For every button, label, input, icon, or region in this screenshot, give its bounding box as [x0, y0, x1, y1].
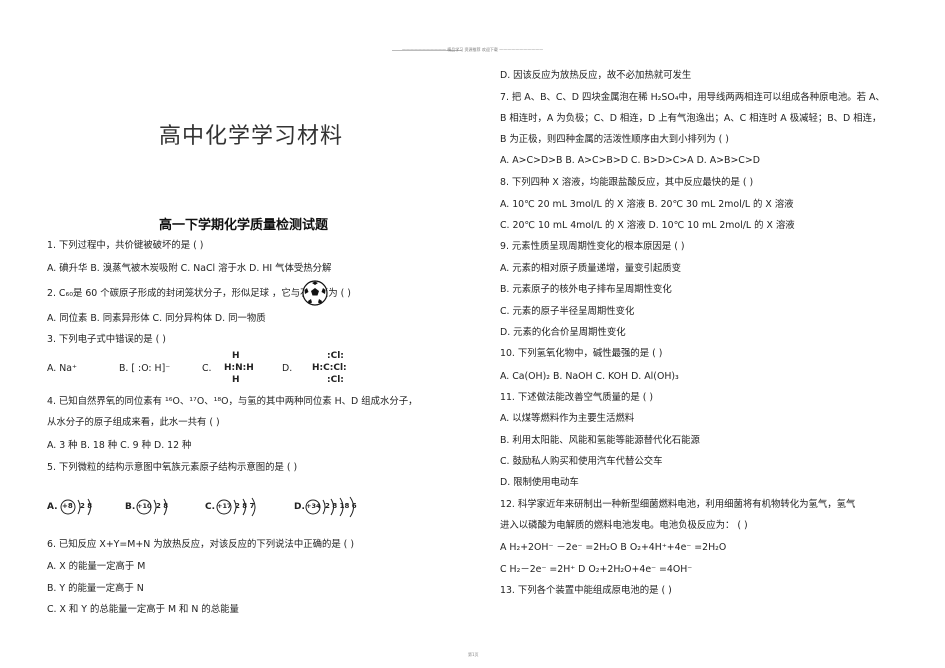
question-3-option-d-label: D. — [282, 363, 293, 374]
question-9-option-c: C. 元素的原子半径呈周期性变化 — [500, 306, 635, 317]
question-11-option-d: D. 限制使用电动车 — [500, 477, 579, 488]
question-8-options-ab: A. 10℃ 20 mL 3mol/L 的 X 溶液 B. 20℃ 30 mL … — [500, 199, 794, 210]
question-7-continued-1: B 相连时，A 为负极；C、D 相连，D 上有气泡逸出；A、C 相连时 A 极减… — [500, 113, 882, 124]
atom-b-nucleus: +10 — [137, 502, 152, 510]
question-4-continued: 从水分子的原子组成来看，此水一共有 ( ) — [47, 417, 220, 428]
question-12-continued: 进入以磷酸为电解质的燃料电池发电。电池负极反应为： ( ) — [500, 520, 748, 531]
question-9-option-b: B. 元素原子的核外电子排布呈周期性变化 — [500, 284, 672, 295]
question-9-option-d: D. 元素的化合价呈周期性变化 — [500, 327, 626, 338]
question-6: 6. 已知反应 X+Y=M+N 为放热反应，对该反应的下列说法中正确的是 ( ) — [47, 539, 354, 550]
question-8: 8. 下列四种 X 溶液，均能跟盐酸反应，其中反应最快的是 ( ) — [500, 177, 754, 188]
question-3-option-b: B. [ :O: H]⁻ — [119, 363, 171, 374]
question-1-options: A. 碘升华 B. 溴蒸气被木炭吸附 C. NaCl 溶于水 D. HI 气体受… — [47, 263, 332, 274]
question-6-option-a: A. X 的能量一定高于 M — [47, 561, 146, 572]
question-8-options-cd: C. 20℃ 10 mL 4mol/L 的 X 溶液 D. 10℃ 10 mL … — [500, 220, 795, 231]
question-11-option-b: B. 利用太阳能、风能和氢能等能源替代化石能源 — [500, 435, 700, 446]
atom-c-nucleus: +17 — [217, 502, 232, 510]
atom-diagram-b: B. +10 2 8 — [125, 496, 185, 518]
exam-subtitle: 高一下学期化学质量检测试题 — [159, 218, 329, 233]
question-11-option-c: C. 鼓励私人购买和使用汽车代替公交车 — [500, 456, 663, 467]
question-6-option-b: B. Y 的能量一定高于 N — [47, 583, 144, 594]
question-12: 12. 科学家近年来研制出一种新型细菌燃料电池，利用细菌将有机物转化为氢气，氢气 — [500, 499, 856, 510]
question-6-option-d: D. 因该反应为放热反应，故不必加热就可发生 — [500, 70, 692, 81]
page-footer: 第1页 — [468, 652, 479, 657]
question-12-options-cd: C H₂－2e⁻ =2H⁺ D O₂+2H₂O+4e⁻ =4OH⁻ — [500, 564, 693, 575]
question-13: 13. 下列各个装置中能组成原电池的是 ( ) — [500, 585, 672, 596]
question-10-options: A. Ca(OH)₂ B. NaOH C. KOH D. Al(OH)₃ — [500, 371, 679, 382]
question-6-option-c: C. X 和 Y 的总能量一定高于 M 和 N 的总能量 — [47, 604, 239, 615]
question-11: 11. 下述做法能改善空气质量的是 ( ) — [500, 392, 654, 403]
ammonia-electron-formula: H:N:H — [224, 363, 254, 373]
page-header: ——————————— 精品学习 资源推荐 欢迎下载 ——————————— — [402, 47, 544, 52]
ccl-bottom: :Cl: — [327, 375, 344, 385]
soccer-ball-icon — [302, 280, 328, 306]
question-10: 10. 下列氢氧化物中，碱性最强的是 ( ) — [500, 348, 663, 359]
atom-a-electrons: 2 8 — [80, 502, 93, 510]
atom-b-label: B. — [125, 502, 136, 512]
atom-c-electrons: 2 8 7 — [235, 502, 255, 510]
question-7-continued-2: B 为正极，则四种金属的活泼性顺序由大到小排列为 ( ) — [500, 134, 729, 145]
question-4: 4. 已知自然界氧的同位素有 ¹⁶O、¹⁷O、¹⁸O，与氢的其中两种同位素 H、… — [47, 396, 418, 407]
question-7-options: A. A>C>D>B B. A>C>B>D C. B>D>C>A D. A>B>… — [500, 155, 760, 166]
ammonia-bottom-h: H — [232, 375, 240, 385]
question-9: 9. 元素性质呈现周期性变化的根本原因是 ( ) — [500, 241, 685, 252]
atom-d-nucleus: +34 — [306, 502, 321, 510]
question-3-option-a: A. Na⁺ — [47, 363, 77, 374]
atom-diagram-a: A. +8 2 8 — [47, 496, 107, 518]
ccl-top: :Cl: — [327, 351, 344, 361]
atom-c-label: C. — [205, 502, 216, 512]
question-11-option-a: A. 以煤等燃料作为主要生活燃料 — [500, 413, 635, 424]
question-3: 3. 下列电子式中错误的是 ( ) — [47, 334, 166, 345]
atom-b-electrons: 2 8 — [156, 502, 169, 510]
atom-diagram-d: D. +34 2 8 18 6 — [294, 496, 374, 518]
atom-diagram-c: C. +17 2 8 7 — [205, 496, 275, 518]
atom-a-label: A. — [47, 502, 58, 512]
question-1: 1. 下列过程中，共价键被破坏的是 ( ) — [47, 240, 204, 251]
question-7: 7. 把 A、B、C、D 四块金属泡在稀 H₂SO₄中，用导线两两相连可以组成各… — [500, 92, 885, 103]
ammonia-top-h: H — [232, 351, 240, 361]
question-12-options-ab: A H₂+2OH⁻ －2e⁻ =2H₂O B O₂+4H⁺+4e⁻ =2H₂O — [500, 542, 727, 553]
document-title: 高中化学学习材料 — [159, 124, 344, 149]
question-4-options: A. 3 种 B. 18 种 C. 9 种 D. 12 种 — [47, 440, 192, 451]
question-3-option-c-label: C. — [202, 363, 212, 374]
question-2-options: A. 同位素 B. 同素异形体 C. 同分异构体 D. 同一物质 — [47, 313, 266, 324]
chloromethane-electron-formula: H:C:Cl: — [312, 363, 347, 373]
atom-d-electrons: 2 8 18 6 — [325, 502, 357, 510]
question-5: 5. 下列微粒的结构示意图中氧族元素原子结构示意图的是 ( ) — [47, 462, 298, 473]
atom-a-nucleus: +8 — [62, 502, 73, 510]
question-9-option-a: A. 元素的相对原子质量递增，量变引起质变 — [500, 263, 681, 274]
